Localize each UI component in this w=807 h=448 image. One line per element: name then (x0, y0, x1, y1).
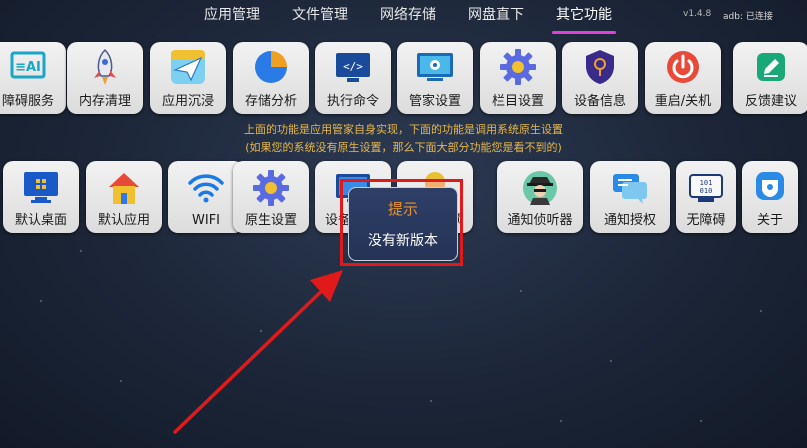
tile-manager-settings[interactable]: 管家设置 (397, 42, 473, 114)
code-terminal-icon: </> (333, 48, 373, 86)
tile-label: 原生设置 (244, 213, 297, 228)
gear-icon (498, 48, 538, 86)
svg-text:≡AI: ≡AI (15, 60, 41, 75)
tab-network-storage[interactable]: 网络存储 (364, 0, 452, 34)
tile-app-immersive[interactable]: 应用沉浸 (150, 42, 226, 114)
tile-device-info[interactable]: 设备信息 (562, 42, 638, 114)
annotation-highlight-box (340, 179, 463, 266)
monitor-gear-icon (415, 48, 455, 86)
svg-text:010: 010 (700, 187, 713, 195)
tab-cloud-download[interactable]: 网盘直下 (452, 0, 540, 34)
tile-label: 反馈建议 (744, 94, 797, 109)
tile-label: 关于 (756, 213, 783, 228)
notice-line-2: (如果您的系统没有原生设置，那么下面大部分功能您是看不到的) (245, 141, 562, 154)
tile-label: 默认桌面 (14, 213, 67, 228)
adb-status: adb: 已连接 (723, 12, 773, 22)
tile-notification-listener[interactable]: 通知侦听器 (497, 161, 583, 233)
tile-label: 管家设置 (408, 94, 461, 109)
tile-label: 障碍服务 (1, 94, 54, 109)
tile-execute-command[interactable]: </> 执行命令 (315, 42, 391, 114)
tile-notification-authorization[interactable]: 通知授权 (590, 161, 670, 233)
rocket-icon (85, 48, 125, 86)
notice-line-1: 上面的功能是应用管家自身实现，下面的功能是调用系统原生设置 (244, 123, 563, 136)
spy-icon (520, 169, 560, 207)
tile-label: 内存清理 (78, 94, 131, 109)
edit-icon (751, 48, 791, 86)
tile-accessibility[interactable]: 101 010 无障碍 (676, 161, 736, 233)
tile-label: 存储分析 (244, 94, 297, 109)
tile-native-settings[interactable]: 原生设置 (233, 161, 309, 233)
tile-accessibility-service[interactable]: ≡AI 障碍服务 (0, 42, 66, 114)
tile-label: 默认应用 (97, 213, 150, 228)
home-icon (104, 169, 144, 207)
wifi-icon (186, 169, 226, 207)
tile-feedback[interactable]: 反馈建议 (733, 42, 807, 114)
svg-text:101: 101 (700, 179, 713, 187)
tile-label: 执行命令 (326, 94, 379, 109)
version-label: v1.4.8 (683, 9, 712, 19)
chat-bubble-icon (610, 169, 650, 207)
tile-reboot-shutdown[interactable]: 重启/关机 (645, 42, 721, 114)
binary-icon: 101 010 (686, 169, 726, 207)
tile-default-desktop[interactable]: 默认桌面 (3, 161, 79, 233)
gear-icon (251, 169, 291, 207)
top-tab-bar: 应用管理 文件管理 网络存储 网盘直下 其它功能 (188, 0, 628, 34)
accessibility-ai-icon: ≡AI (8, 48, 48, 86)
pie-chart-icon (251, 48, 291, 86)
desktop-icon (21, 169, 61, 207)
tile-default-apps[interactable]: 默认应用 (86, 161, 162, 233)
tile-label: 通知侦听器 (507, 213, 573, 228)
tile-label: 通知授权 (603, 213, 656, 228)
tab-app-manage[interactable]: 应用管理 (188, 0, 276, 34)
tile-storage-analysis[interactable]: 存储分析 (233, 42, 309, 114)
tile-label: 无障碍 (686, 213, 726, 228)
power-icon (663, 48, 703, 86)
tile-memory-clean[interactable]: 内存清理 (67, 42, 143, 114)
tile-label: 应用沉浸 (161, 94, 214, 109)
tile-label: 栏目设置 (491, 94, 544, 109)
info-badge-icon (750, 169, 790, 207)
tile-column-settings[interactable]: 栏目设置 (480, 42, 556, 114)
tab-other-features[interactable]: 其它功能 (540, 0, 628, 34)
tile-about[interactable]: 关于 (742, 161, 798, 233)
svg-text:</>: </> (343, 60, 363, 73)
tile-label: 设备信息 (573, 94, 626, 109)
tab-file-manage[interactable]: 文件管理 (276, 0, 364, 34)
paper-plane-icon (168, 48, 208, 86)
shield-icon (580, 48, 620, 86)
tile-label: 重启/关机 (654, 94, 712, 109)
